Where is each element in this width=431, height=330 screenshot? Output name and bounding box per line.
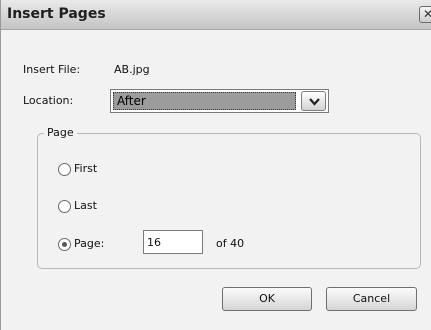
page-number-input[interactable]: [143, 230, 203, 254]
chevron-down-icon: [309, 98, 320, 106]
cancel-button[interactable]: Cancel: [326, 287, 417, 311]
page-group-legend: Page: [44, 126, 77, 139]
dialog-title: Insert Pages: [7, 6, 106, 22]
location-label: Location:: [23, 94, 74, 107]
radio-first[interactable]: [58, 163, 71, 176]
radio-last[interactable]: [58, 200, 71, 213]
location-selected-value[interactable]: After: [113, 92, 296, 110]
radio-last-label[interactable]: Last: [74, 199, 97, 212]
close-icon: ✕: [423, 7, 431, 21]
radio-first-label[interactable]: First: [74, 162, 97, 175]
location-select[interactable]: After: [110, 89, 329, 113]
radio-page[interactable]: [58, 238, 71, 251]
page-count-text: of 40: [216, 237, 245, 250]
ok-button[interactable]: OK: [222, 287, 312, 311]
close-button[interactable]: ✕: [419, 6, 431, 23]
insert-file-label: Insert File:: [23, 63, 81, 76]
radio-page-label[interactable]: Page:: [74, 237, 104, 250]
location-dropdown-button[interactable]: [301, 91, 326, 111]
title-bar[interactable]: Insert Pages ✕: [1, 0, 431, 30]
insert-pages-dialog: Insert Pages ✕ Insert File: AB.jpg Locat…: [0, 0, 431, 330]
insert-file-value: AB.jpg: [114, 63, 150, 76]
